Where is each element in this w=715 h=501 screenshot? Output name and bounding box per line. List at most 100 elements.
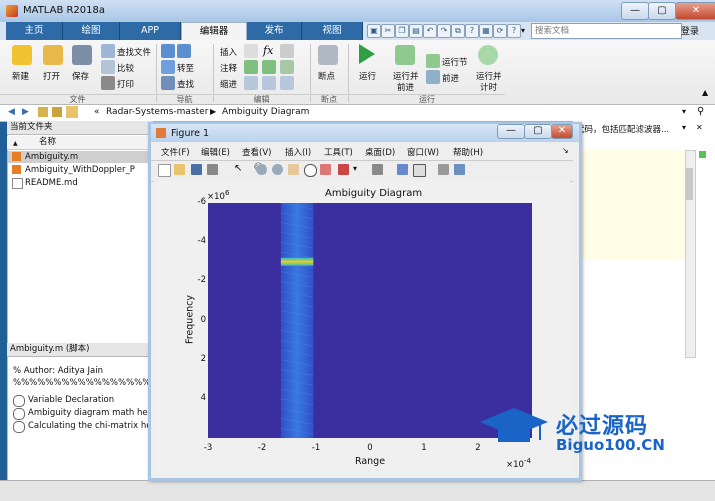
zoom-in-lens-icon[interactable] bbox=[256, 164, 267, 175]
open-button[interactable]: 打开 bbox=[43, 70, 60, 82]
decrease-indent-icon[interactable] bbox=[280, 76, 294, 90]
data-cursor-icon[interactable] bbox=[320, 164, 331, 175]
colorbar-icon[interactable] bbox=[397, 164, 408, 175]
file-row[interactable]: README.md bbox=[8, 177, 149, 189]
menu-insert[interactable]: 插入(I) bbox=[285, 146, 311, 158]
figure-maximize-button[interactable]: ▢ bbox=[524, 124, 552, 139]
increase-indent-icon[interactable] bbox=[262, 76, 276, 90]
file-row[interactable]: Ambiguity_WithDoppler_P bbox=[8, 164, 149, 176]
breakpoints-button[interactable]: 断点 bbox=[318, 70, 335, 82]
find-files-button[interactable]: 查找文件 bbox=[117, 46, 151, 58]
run-section-button[interactable]: 运行节 bbox=[442, 56, 468, 68]
menu-view[interactable]: 查看(V) bbox=[242, 146, 271, 158]
smart-indent-icon[interactable] bbox=[244, 76, 258, 90]
qat-dropdown-icon[interactable]: ▾ bbox=[521, 26, 525, 35]
paste-icon[interactable]: ▤ bbox=[409, 24, 423, 38]
back-arrow-icon[interactable] bbox=[161, 44, 175, 58]
brush-dropdown-icon[interactable]: ▾ bbox=[353, 164, 357, 173]
maximize-button[interactable]: ▢ bbox=[648, 2, 676, 20]
menu-dock-icon[interactable]: ↘ bbox=[562, 146, 569, 155]
plot-axes[interactable] bbox=[208, 203, 532, 438]
forward-icon[interactable]: ▶ bbox=[22, 107, 29, 117]
up-folder-icon[interactable] bbox=[38, 107, 48, 117]
figure-minimize-button[interactable]: — bbox=[497, 124, 525, 139]
column-header-name[interactable]: ▲ 名称 bbox=[7, 136, 150, 150]
run-advance-button-line2[interactable]: 前进 bbox=[397, 81, 414, 93]
back-icon[interactable]: ◀ bbox=[8, 107, 15, 117]
path-segment[interactable]: Radar-Systems-master bbox=[106, 107, 208, 117]
goto-button[interactable]: 转至 bbox=[177, 62, 194, 74]
legend-icon[interactable] bbox=[413, 164, 426, 177]
tab-view[interactable]: 视图 bbox=[302, 22, 363, 40]
rotate-3d-icon[interactable] bbox=[304, 164, 317, 177]
editor-menu-icon[interactable]: ▾ bbox=[682, 123, 686, 132]
path-segment[interactable]: Ambiguity Diagram bbox=[222, 107, 309, 117]
section-item[interactable]: Calculating the chi-matrix he bbox=[28, 421, 151, 431]
function-dropdown-icon[interactable] bbox=[280, 44, 294, 58]
save-icon[interactable]: ▣ bbox=[367, 24, 381, 38]
switch-windows-icon[interactable]: ⧉ bbox=[451, 24, 465, 38]
fx-button[interactable]: fx bbox=[263, 44, 273, 57]
copy-icon[interactable]: ❐ bbox=[395, 24, 409, 38]
menu-desktop[interactable]: 桌面(D) bbox=[365, 146, 395, 158]
uncomment-icon[interactable] bbox=[262, 60, 276, 74]
redo-icon[interactable]: ↷ bbox=[437, 24, 451, 38]
tab-apps[interactable]: APP bbox=[120, 22, 181, 40]
refresh-icon[interactable]: ⟳ bbox=[493, 24, 507, 38]
editor-scroll-thumb[interactable] bbox=[686, 168, 693, 200]
run-button[interactable]: 运行 bbox=[359, 70, 376, 82]
tab-editor[interactable]: 编辑器 bbox=[181, 22, 247, 41]
zoom-out-icon[interactable] bbox=[272, 164, 283, 175]
browse-folder-icon[interactable] bbox=[52, 107, 62, 117]
tab-home[interactable]: 主页 bbox=[6, 22, 63, 40]
file-row[interactable]: Ambiguity.m bbox=[8, 151, 149, 163]
help-question-icon[interactable]: ? bbox=[507, 24, 521, 38]
wrap-comments-icon[interactable] bbox=[280, 60, 294, 74]
save-figure-icon[interactable] bbox=[191, 164, 202, 175]
pan-icon[interactable] bbox=[288, 164, 299, 175]
comment-icon[interactable] bbox=[244, 60, 258, 74]
editor-code-area[interactable] bbox=[572, 150, 685, 260]
cut-icon[interactable]: ✂ bbox=[381, 24, 395, 38]
brush-icon[interactable] bbox=[338, 164, 349, 175]
comment-button[interactable]: 注释 bbox=[220, 62, 237, 74]
section-item[interactable]: Ambiguity diagram math he bbox=[28, 408, 148, 418]
menu-help[interactable]: 帮助(H) bbox=[453, 146, 483, 158]
find-button[interactable]: 查找 bbox=[177, 78, 194, 90]
figure-close-button[interactable]: ✕ bbox=[551, 124, 573, 139]
compare-button[interactable]: 比较 bbox=[117, 62, 134, 74]
minimize-button[interactable]: — bbox=[621, 2, 649, 20]
insert-button[interactable]: 插入 bbox=[220, 46, 237, 58]
print-figure-icon[interactable] bbox=[207, 164, 218, 175]
tab-publish[interactable]: 发布 bbox=[247, 22, 302, 40]
undo-icon[interactable]: ↶ bbox=[423, 24, 437, 38]
save-button[interactable]: 保存 bbox=[72, 70, 89, 82]
collapse-ribbon-icon[interactable]: ▲ bbox=[702, 88, 708, 97]
menu-tools[interactable]: 工具(T) bbox=[324, 146, 353, 158]
section-item[interactable]: Variable Declaration bbox=[28, 395, 114, 405]
menu-edit[interactable]: 编辑(E) bbox=[201, 146, 230, 158]
open-file-icon[interactable] bbox=[174, 164, 185, 175]
edit-plot-icon[interactable]: ↖ bbox=[234, 163, 242, 174]
menu-window[interactable]: 窗口(W) bbox=[407, 146, 439, 158]
close-button[interactable]: ✕ bbox=[675, 2, 715, 20]
show-plot-tools-icon[interactable] bbox=[454, 164, 465, 175]
sort-icon[interactable]: ▲ bbox=[13, 137, 18, 150]
link-plot-icon[interactable] bbox=[372, 164, 383, 175]
new-button[interactable]: 新建 bbox=[12, 70, 29, 82]
help-icon[interactable]: ? bbox=[465, 24, 479, 38]
editor-close-icon[interactable]: ✕ bbox=[696, 123, 703, 132]
login-button[interactable]: 登录 bbox=[681, 24, 699, 37]
hide-plot-tools-icon[interactable] bbox=[438, 164, 449, 175]
search-input[interactable]: 搜索文档 bbox=[531, 23, 682, 39]
forward-arrow-icon[interactable] bbox=[177, 44, 191, 58]
advance-button[interactable]: 前进 bbox=[442, 72, 459, 84]
search-icon[interactable]: ⚲ bbox=[697, 106, 704, 117]
indent-button[interactable]: 缩进 bbox=[220, 78, 237, 90]
address-dropdown-icon[interactable]: ▾ bbox=[682, 107, 686, 116]
tab-plots[interactable]: 绘图 bbox=[63, 22, 120, 40]
layout-icon[interactable]: ▦ bbox=[479, 24, 493, 38]
print-button[interactable]: 打印 bbox=[117, 78, 134, 90]
new-figure-icon[interactable] bbox=[158, 164, 171, 177]
menu-file[interactable]: 文件(F) bbox=[161, 146, 190, 158]
